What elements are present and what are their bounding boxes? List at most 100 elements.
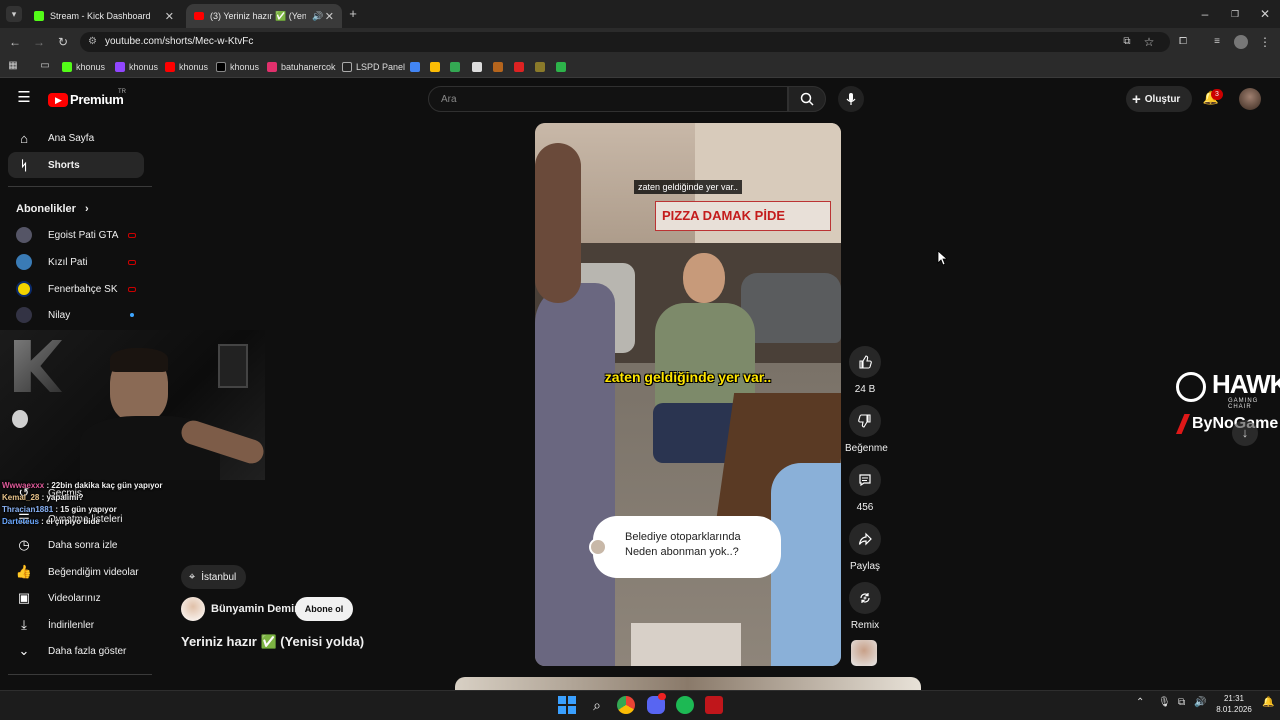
comment-reply-bubble: Belediye otoparklarında Neden abonman yo… <box>589 516 781 578</box>
tab-youtube-short[interactable]: (3) Yeriniz hazır ✅ (Yenisi y 🔊 ✕ <box>186 4 342 28</box>
restore-icon[interactable]: ❐ <box>1228 6 1242 22</box>
taskbar-clock[interactable]: 21:31 8.01.2026 <box>1214 693 1254 715</box>
bookmark-icon-only-7[interactable] <box>535 60 549 74</box>
streamlabs-icon[interactable] <box>705 696 723 714</box>
foreground-head-left <box>535 143 581 303</box>
remix-button[interactable] <box>849 582 881 614</box>
bookmark-icon-only-1[interactable] <box>410 60 424 74</box>
sidebar-item-home[interactable]: ⌂ Ana Sayfa <box>8 125 144 151</box>
url-text: youtube.com/shorts/Mec-w-KtvFc <box>105 36 254 47</box>
close-icon[interactable]: ✕ <box>165 10 174 23</box>
folder-icon[interactable]: ▭ <box>38 58 52 74</box>
sidebar-item-watch-later[interactable]: ◷ Daha sonra izle <box>8 532 144 558</box>
comments-action[interactable]: 456 <box>848 464 882 513</box>
sidebar-item-liked-videos[interactable]: 👍 Beğendiğim videolar <box>8 559 144 585</box>
location-chip[interactable]: ⌖ İstanbul <box>181 565 247 589</box>
tab-kick-dashboard[interactable]: Stream - Kick Dashboard ✕ <box>26 4 182 28</box>
bookmark-khonus-kick[interactable]: khonus <box>62 60 105 74</box>
share-button[interactable] <box>849 523 881 555</box>
tray-volume-icon[interactable]: 🔊 <box>1194 697 1206 708</box>
address-bar[interactable]: ⚙ youtube.com/shorts/Mec-w-KtvFc <box>80 32 1170 52</box>
subscription-egoist-pati-gta[interactable]: Egoist Pati GTA <box>8 223 144 247</box>
media-control-icon[interactable]: ≡ <box>1210 34 1224 50</box>
sidebar-item-shorts[interactable]: ᛋ Shorts <box>8 152 144 178</box>
dislike-button[interactable] <box>849 405 881 437</box>
windows-start-icon[interactable] <box>558 696 576 714</box>
chevron-down-icon: ⌄ <box>18 643 30 658</box>
minimize-icon[interactable]: – <box>1198 6 1212 22</box>
bookmark-icon-only-2[interactable] <box>430 60 444 74</box>
notification-center-icon[interactable]: 🔔 <box>1262 697 1274 708</box>
bookmark-lspd-panel[interactable]: LSPD Panel <box>342 60 405 74</box>
search-icon <box>800 92 814 106</box>
mouse-cursor-icon <box>937 250 947 266</box>
new-tab-icon[interactable]: + <box>346 6 360 22</box>
extensions-icon[interactable]: ⧠ <box>1176 34 1190 50</box>
next-short-arrow-icon[interactable]: ↓ <box>1232 420 1258 446</box>
remix-action[interactable]: Remix <box>848 582 882 631</box>
tray-chevron-icon[interactable]: ⌃ <box>1136 697 1144 708</box>
dislike-action[interactable]: Beğenme <box>845 405 888 454</box>
live-icon <box>128 232 136 238</box>
next-short-preview[interactable] <box>455 677 921 690</box>
bookmark-khonus-x[interactable]: khonus <box>216 60 259 74</box>
hamburger-menu-icon[interactable]: ☰ <box>16 90 32 106</box>
close-icon[interactable]: ✕ <box>325 10 334 23</box>
comments-button[interactable] <box>849 464 881 496</box>
tab-search-icon[interactable]: ▾ <box>6 6 22 22</box>
account-avatar[interactable] <box>1239 88 1261 110</box>
bookmark-icon-only-6[interactable] <box>514 60 528 74</box>
bookmark-khonus-twitch[interactable]: khonus <box>115 60 158 74</box>
tray-mic-icon[interactable]: 🎙 <box>1158 697 1171 708</box>
create-button[interactable]: + Oluştur <box>1126 86 1192 112</box>
bookmark-icon-only-3[interactable] <box>450 60 464 74</box>
audio-source-thumbnail[interactable] <box>851 640 877 666</box>
search-input[interactable]: Ara <box>428 86 788 112</box>
subscription-name: Nilay <box>48 309 71 321</box>
back-icon[interactable]: ← <box>8 34 22 50</box>
channel-avatar[interactable] <box>181 597 205 621</box>
subscribe-button[interactable]: Abone ol <box>295 597 353 621</box>
bookmark-khonus-youtube[interactable]: khonus <box>165 60 208 74</box>
bookmark-icon-only-5[interactable] <box>493 60 507 74</box>
speaker-icon[interactable]: 🔊 <box>312 11 323 22</box>
menu-dots-icon[interactable]: ⋮ <box>1258 34 1272 50</box>
chrome-icon[interactable] <box>617 696 635 714</box>
apps-grid-icon[interactable]: ▦ <box>6 58 20 74</box>
wall-frame <box>218 344 248 388</box>
sidebar-item-your-videos[interactable]: ▣ Videolarınız <box>8 585 144 611</box>
subscription-nilay[interactable]: Nilay <box>8 303 144 327</box>
forward-icon[interactable]: → <box>32 34 46 50</box>
channel-name[interactable]: Bünyamin Demir <box>211 603 298 615</box>
subscription-fenerbahce-sk[interactable]: Fenerbahçe SK <box>8 277 144 301</box>
subscription-kizil-pati[interactable]: Kızıl Pati <box>8 250 144 274</box>
bookmark-label: khonus <box>230 62 260 72</box>
bookmark-star-icon[interactable]: ☆ <box>1142 34 1156 50</box>
youtube-logo-text[interactable]: Premium <box>70 92 124 107</box>
site-info-icon[interactable]: ⚙ <box>88 36 97 47</box>
bookmark-icon-only-4[interactable] <box>472 60 486 74</box>
youtube-logo-icon[interactable]: ▶ <box>48 93 68 107</box>
sidebar-item-show-more[interactable]: ⌄ Daha fazla göster <box>8 638 144 664</box>
short-title[interactable]: Yeriniz hazır ✅ (Yenisi yolda) <box>181 634 364 650</box>
shorts-video-player[interactable]: PIZZA DAMAK PİDE zaten geldiğinde yer va… <box>535 123 841 666</box>
like-button[interactable] <box>849 346 881 378</box>
like-action[interactable]: 24 B <box>848 346 882 395</box>
tray-network-icon[interactable]: ⧉ <box>1178 697 1185 708</box>
sidebar-item-downloads[interactable]: ⤓ İndirilenler <box>8 612 144 638</box>
bookmark-favicon <box>410 62 420 72</box>
share-action[interactable]: Paylaş <box>848 523 882 572</box>
bookmark-label: batuhanercok <box>281 62 336 72</box>
taskbar-search-icon[interactable]: ⌕ <box>588 696 606 714</box>
install-icon[interactable]: ⧉ <box>1120 34 1134 50</box>
spotify-icon[interactable] <box>676 696 694 714</box>
bookmark-batuhanercok[interactable]: batuhanercok <box>267 60 336 74</box>
voice-search-button[interactable] <box>838 86 864 112</box>
close-window-icon[interactable]: ✕ <box>1258 6 1272 22</box>
subscriptions-heading[interactable]: Abonelikler › <box>16 203 89 215</box>
profile-avatar[interactable] <box>1234 35 1248 49</box>
create-label: Oluştur <box>1144 93 1181 105</box>
bookmark-icon-only-8[interactable] <box>556 60 570 74</box>
reload-icon[interactable]: ↻ <box>56 34 70 50</box>
search-button[interactable] <box>788 86 826 112</box>
